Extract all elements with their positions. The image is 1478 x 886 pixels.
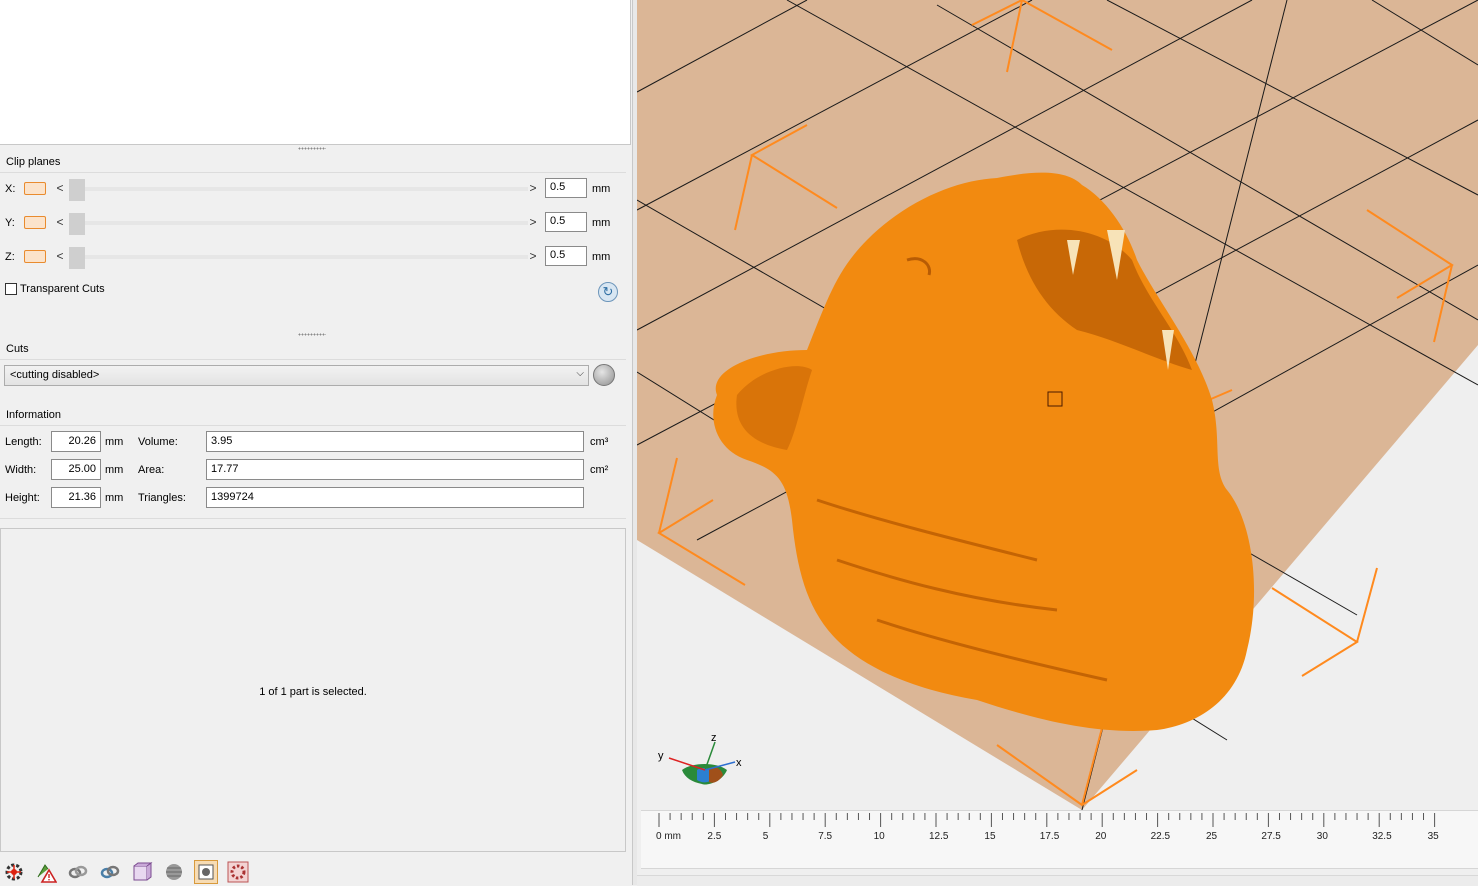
clip-plane-z-row: Z: < > 0.5 mm [0, 244, 626, 276]
width-label: Width: [5, 464, 37, 476]
clip-x-unit: mm [592, 183, 611, 195]
bottom-toolbar [0, 858, 632, 885]
cuts-select-value: <cutting disabled> [10, 369, 100, 381]
clip-planes-title: Clip planes [6, 156, 61, 168]
clip-x-toggle[interactable] [24, 182, 46, 195]
ruler-tick-label: 25 [1206, 831, 1218, 842]
clip-y-prev-button[interactable]: < [54, 215, 66, 231]
ruler-tick-label: 15 [984, 831, 996, 842]
clip-plane-y-row: Y: < > 0.5 mm [0, 210, 626, 242]
highlight-box-icon[interactable] [194, 860, 218, 884]
length-field[interactable]: 20.26 [51, 431, 101, 452]
selection-status: 1 of 1 part is selected. [259, 686, 367, 698]
transparent-cuts-label: Transparent Cuts [20, 283, 105, 295]
clip-z-prev-button[interactable]: < [54, 249, 66, 265]
length-unit: mm [105, 436, 124, 448]
area-field[interactable]: 17.77 [206, 459, 584, 480]
axis-z-label: z [711, 732, 717, 744]
clip-y-unit: mm [592, 217, 611, 229]
width-unit: mm [105, 464, 124, 476]
cuts-select[interactable]: <cutting disabled> ⌵ [4, 365, 589, 386]
ruler-ticks [658, 813, 1436, 827]
group-line [0, 359, 626, 360]
splitter-grip[interactable] [298, 147, 326, 150]
ruler-tick-label: 32.5 [1372, 831, 1392, 842]
clip-z-input[interactable]: 0.5 [545, 246, 587, 266]
cut-sphere-icon[interactable] [593, 364, 615, 386]
cuts-title: Cuts [6, 343, 29, 355]
clip-x-prev-button[interactable]: < [54, 181, 66, 197]
gear-grid-icon[interactable] [226, 860, 250, 884]
height-unit: mm [105, 492, 124, 504]
clip-z-next-button[interactable]: > [527, 249, 539, 265]
clip-y-label: Y: [5, 217, 15, 229]
object-tree-panel[interactable] [0, 0, 631, 145]
area-label: Area: [138, 464, 165, 476]
clip-x-label: X: [5, 183, 16, 195]
clip-y-slider[interactable] [70, 221, 528, 225]
3d-viewport[interactable]: z y x [637, 0, 1478, 885]
refresh-link-icon[interactable] [98, 860, 122, 884]
gear-icon[interactable] [2, 860, 26, 884]
clip-z-unit: mm [592, 251, 611, 263]
ruler-tick-label: 27.5 [1261, 831, 1281, 842]
ruler-tick-label: 17.5 [1039, 831, 1060, 842]
ruler-tick-label: 10 [873, 831, 885, 842]
group-line [0, 518, 626, 519]
clip-x-next-button[interactable]: > [527, 181, 539, 197]
area-unit: cm² [590, 464, 609, 476]
clip-y-input[interactable]: 0.5 [545, 212, 587, 232]
group-line [0, 172, 626, 173]
volume-unit: cm³ [590, 436, 609, 448]
chevron-down-icon: ⌵ [576, 368, 584, 379]
axis-gizmo [668, 741, 736, 785]
clip-x-slider[interactable] [70, 187, 528, 191]
clip-x-input[interactable]: 0.5 [545, 178, 587, 198]
ruler-tick-label: 20 [1095, 831, 1107, 842]
ruler-tick-label: 7.5 [818, 831, 833, 842]
volume-label: Volume: [138, 436, 178, 448]
height-label: Height: [5, 492, 40, 504]
volume-field[interactable]: 3.95 [206, 431, 584, 452]
clip-z-slider-thumb[interactable] [69, 247, 85, 269]
height-field[interactable]: 21.36 [51, 487, 101, 508]
link-icon[interactable] [66, 860, 90, 884]
sphere-gray-icon[interactable] [162, 860, 186, 884]
reset-icon[interactable]: ↻ [598, 282, 618, 302]
triangles-label: Triangles: [138, 492, 186, 504]
information-title: Information [6, 409, 62, 421]
ruler-tick-label: 30 [1316, 831, 1328, 842]
ruler-tick-label: 12.5 [929, 831, 949, 842]
ruler-tick-label: 0 mm [656, 831, 681, 842]
clip-x-slider-thumb[interactable] [69, 179, 85, 201]
side-panel: Clip planes X: < > 0.5 mm Y: < > 0.5 mm … [0, 0, 632, 885]
ruler-tick-label: 35 [1427, 831, 1439, 842]
clip-z-toggle[interactable] [24, 250, 46, 263]
clip-z-label: Z: [5, 251, 15, 263]
width-field[interactable]: 25.00 [51, 459, 101, 480]
group-line [0, 425, 626, 426]
clip-z-slider[interactable] [70, 255, 528, 259]
clip-y-next-button[interactable]: > [527, 215, 539, 231]
clip-plane-x-row: X: < > 0.5 mm [0, 176, 626, 208]
length-label: Length: [5, 436, 42, 448]
triangles-field[interactable]: 1399724 [206, 487, 584, 508]
edit-warning-icon[interactable] [34, 860, 58, 884]
ruler-tick-label: 2.5 [707, 831, 722, 842]
box-icon[interactable] [130, 860, 154, 884]
splitter-grip[interactable] [298, 333, 326, 336]
axis-x-label: x [736, 757, 742, 769]
ruler-tick-label: 5 [762, 831, 769, 842]
status-strip [637, 875, 1478, 886]
axis-y-label: y [658, 750, 664, 762]
measurement-ruler: 0 mm 2.5 5 7.5 10 12.5 15 17.5 20 22.5 25 27.5 30 32.… [641, 810, 1478, 869]
ruler-tick-label: 22.5 [1150, 831, 1171, 842]
scene-svg [637, 0, 1478, 811]
transparent-cuts-checkbox[interactable] [5, 283, 17, 295]
clip-y-slider-thumb[interactable] [69, 213, 85, 235]
clip-y-toggle[interactable] [24, 216, 46, 229]
